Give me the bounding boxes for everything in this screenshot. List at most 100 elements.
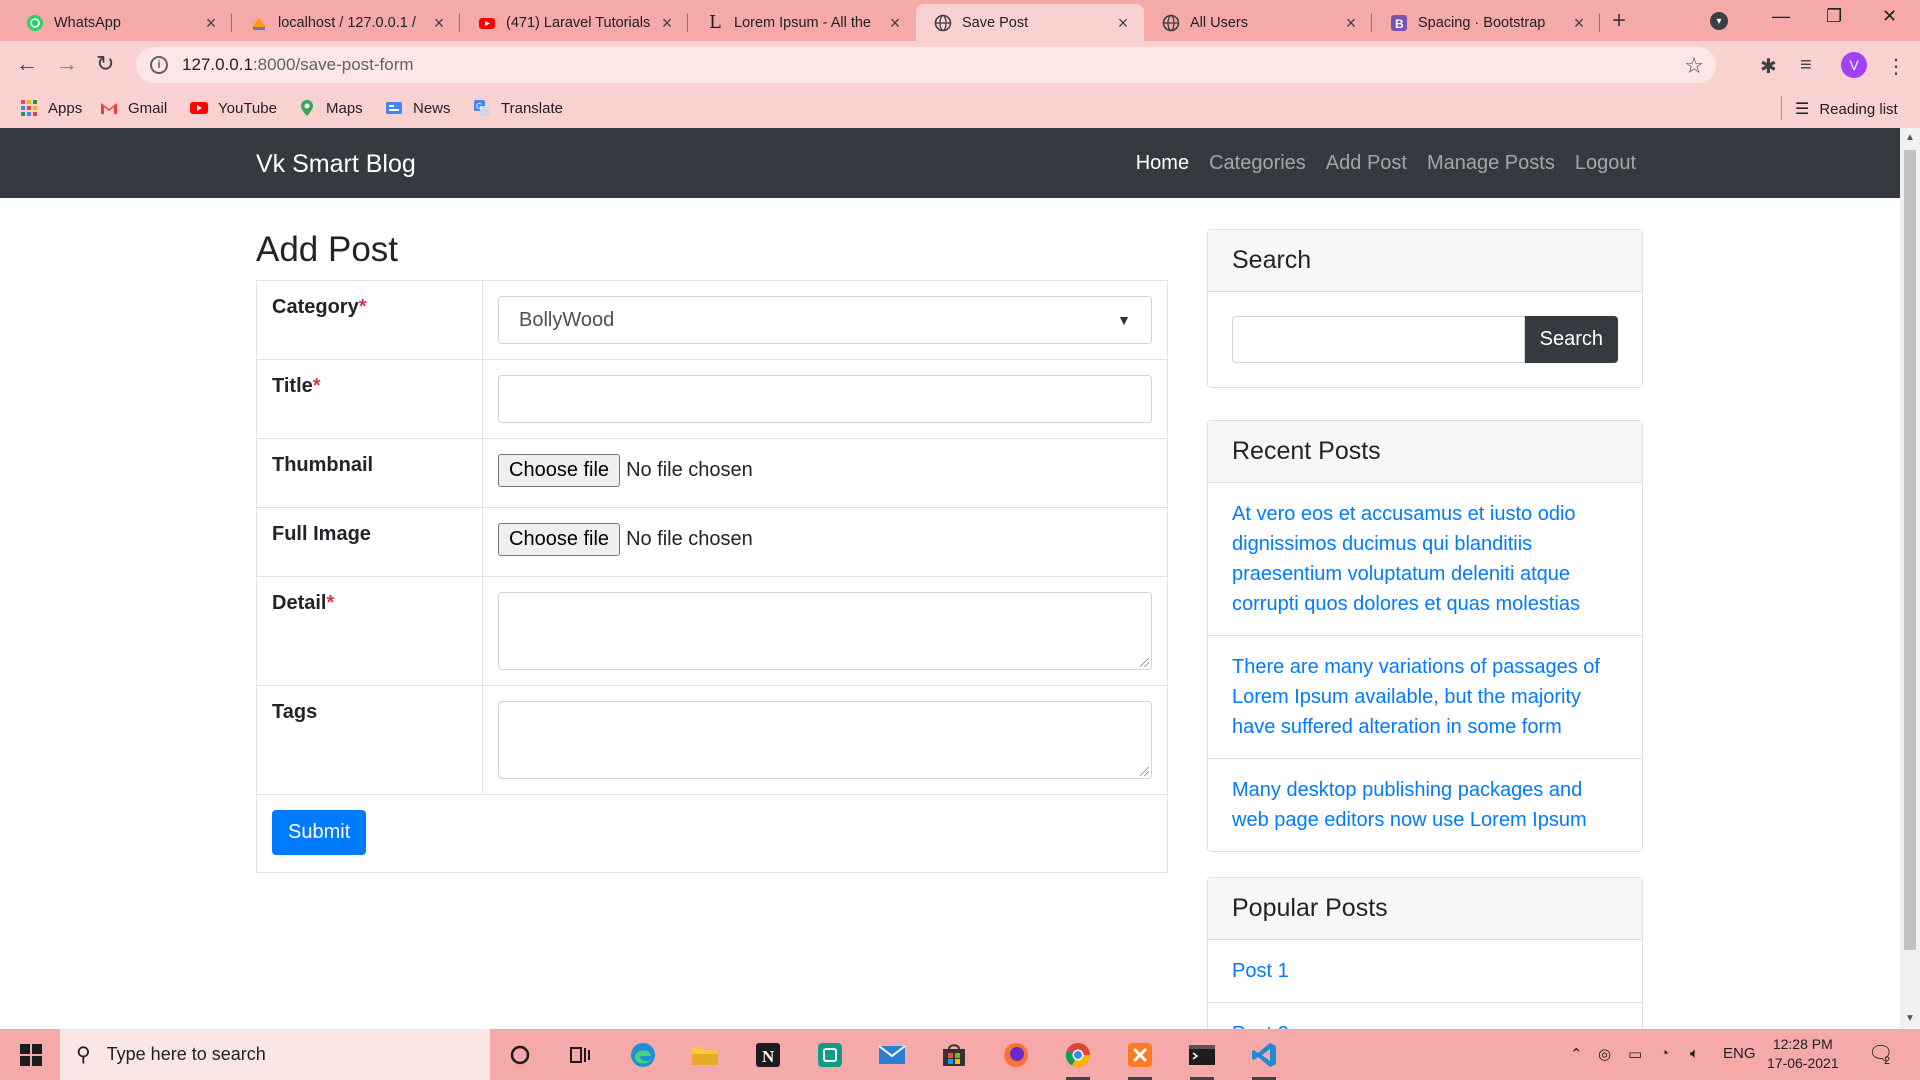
close-tab-icon[interactable]: × xyxy=(886,14,904,32)
tab-youtube[interactable]: (471) Laravel Tutorials × xyxy=(460,4,688,41)
taskbar-search-box[interactable]: ⚲ Type here to search xyxy=(60,1029,490,1080)
reading-list-icon: ☰ xyxy=(1795,101,1810,118)
scrollbar-thumb[interactable] xyxy=(1904,150,1916,950)
windows-start-icon[interactable] xyxy=(20,1044,42,1066)
submit-button[interactable]: Submit xyxy=(272,810,367,855)
title-input[interactable] xyxy=(498,375,1152,423)
tab-whatsapp[interactable]: WhatsApp × xyxy=(8,4,232,41)
chrome-icon[interactable] xyxy=(1060,1037,1096,1080)
tab-search-icon[interactable]: ▾ xyxy=(1710,12,1728,30)
category-label: Category* xyxy=(256,280,483,360)
close-tab-icon[interactable]: × xyxy=(430,14,448,32)
search-card-title: Search xyxy=(1208,230,1642,292)
nav-home[interactable]: Home xyxy=(1136,152,1189,175)
mail-icon[interactable] xyxy=(874,1037,910,1073)
forward-icon[interactable]: → xyxy=(56,53,78,75)
xampp-icon[interactable] xyxy=(1122,1037,1158,1080)
minimize-icon[interactable]: — xyxy=(1772,6,1790,27)
search-input[interactable] xyxy=(1232,316,1525,363)
recent-post-link[interactable]: Many desktop publishing packages and web… xyxy=(1208,759,1642,851)
language-indicator[interactable]: ENG xyxy=(1723,1045,1756,1062)
popular-posts-card: Popular Posts Post 1 Post 2 xyxy=(1207,877,1643,1029)
notification-count: 2 xyxy=(1884,1055,1891,1067)
nav-logout[interactable]: Logout xyxy=(1575,152,1636,175)
media-control-icon[interactable]: ≡ xyxy=(1800,54,1812,77)
search-icon: ⚲ xyxy=(76,1044,91,1066)
scroll-down-icon[interactable]: ▼ xyxy=(1905,1013,1915,1024)
nav-manage-posts[interactable]: Manage Posts xyxy=(1427,152,1555,175)
search-button[interactable]: Search xyxy=(1524,316,1618,363)
store-app-icon[interactable] xyxy=(812,1037,848,1073)
category-select[interactable]: BollyWood ▼ xyxy=(498,296,1152,344)
tab-phpmyadmin[interactable]: localhost / 127.0.0.1 / × xyxy=(232,4,460,41)
bookmark-star-icon[interactable]: ☆ xyxy=(1684,53,1704,79)
bookmark-gmail[interactable]: Gmail xyxy=(100,99,167,117)
tray-app-icon[interactable]: ◎ xyxy=(1598,1045,1611,1063)
extensions-icon[interactable]: ✱ xyxy=(1760,54,1777,79)
tab-all-users[interactable]: All Users × xyxy=(1144,4,1372,41)
recent-post-link[interactable]: There are many variations of passages of… xyxy=(1208,636,1642,759)
popular-post-link[interactable]: Post 2 xyxy=(1208,1003,1642,1029)
back-icon[interactable]: ← xyxy=(16,53,38,75)
page-viewport: Vk Smart Blog Home Categories Add Post M… xyxy=(0,128,1900,1029)
new-tab-icon[interactable]: + xyxy=(1612,8,1626,34)
bookmark-news[interactable]: News xyxy=(385,99,451,117)
volume-icon[interactable]: 🔈︎ xyxy=(1690,1045,1699,1062)
recent-post-link[interactable]: At vero eos et accusamus et iusto odio d… xyxy=(1208,483,1642,636)
site-info-icon[interactable]: i xyxy=(150,56,168,74)
terminal-icon[interactable] xyxy=(1184,1037,1220,1080)
menu-kebab-icon[interactable]: ⋮ xyxy=(1886,54,1906,79)
chevron-down-icon: ▼ xyxy=(1117,312,1131,328)
full-image-label: Full Image xyxy=(256,507,483,577)
full-image-file-status: No file chosen xyxy=(626,528,753,550)
tab-bootstrap-spacing[interactable]: B Spacing · Bootstrap × xyxy=(1372,4,1600,41)
cortana-icon[interactable] xyxy=(502,1037,538,1073)
close-tab-icon[interactable]: × xyxy=(1114,14,1132,32)
notion-icon[interactable]: N xyxy=(750,1037,786,1073)
close-tab-icon[interactable]: × xyxy=(658,14,676,32)
detail-textarea[interactable] xyxy=(498,592,1152,670)
page-scrollbar[interactable]: ▲ ▼ xyxy=(1900,128,1920,1029)
tray-overflow-icon[interactable]: ⌃ xyxy=(1570,1045,1583,1063)
wifi-icon[interactable]: ◔ xyxy=(1660,1045,1669,1062)
taskbar-clock[interactable]: 12:28 PM 17-06-2021 xyxy=(1767,1035,1839,1073)
page-title: Add Post xyxy=(256,230,399,269)
close-tab-icon[interactable]: × xyxy=(202,14,220,32)
reading-list[interactable]: ☰ Reading list xyxy=(1781,96,1898,120)
bookmark-maps[interactable]: Maps xyxy=(298,99,363,117)
address-bar[interactable]: i 127.0.0.1:8000/save-post-form ☆ xyxy=(136,47,1716,83)
tab-save-post[interactable]: Save Post × xyxy=(916,4,1144,41)
site-brand[interactable]: Vk Smart Blog xyxy=(256,150,416,179)
close-tab-icon[interactable]: × xyxy=(1570,14,1588,32)
close-tab-icon[interactable]: × xyxy=(1342,14,1360,32)
youtube-icon xyxy=(478,14,496,32)
url-text[interactable]: 127.0.0.1:8000/save-post-form xyxy=(182,55,414,75)
battery-icon[interactable]: ▭ xyxy=(1628,1045,1642,1063)
tab-lorem-ipsum[interactable]: L Lorem Ipsum - All the × xyxy=(688,4,916,41)
svg-text:N: N xyxy=(762,1047,775,1066)
scroll-up-icon[interactable]: ▲ xyxy=(1905,132,1915,143)
full-image-choose-file-button[interactable]: Choose file xyxy=(498,523,621,556)
apps-grid-icon xyxy=(20,99,38,117)
bookmark-youtube[interactable]: YouTube xyxy=(190,99,277,117)
browser-toolbar: ← → ↻ i 127.0.0.1:8000/save-post-form ☆ … xyxy=(0,41,1920,90)
bookmark-apps[interactable]: Apps xyxy=(20,99,82,117)
firefox-icon[interactable] xyxy=(998,1037,1034,1073)
full-image-file-input: Choose file No file chosen xyxy=(498,523,1152,556)
tags-textarea[interactable] xyxy=(498,701,1152,779)
task-view-icon[interactable] xyxy=(562,1037,598,1073)
profile-avatar[interactable]: V xyxy=(1841,52,1867,78)
nav-add-post[interactable]: Add Post xyxy=(1326,152,1407,175)
restore-icon[interactable]: ❐ xyxy=(1826,6,1842,27)
window-close-icon[interactable]: ✕ xyxy=(1882,6,1897,27)
thumbnail-choose-file-button[interactable]: Choose file xyxy=(498,454,621,487)
nav-categories[interactable]: Categories xyxy=(1209,152,1306,175)
vscode-icon[interactable] xyxy=(1246,1037,1282,1080)
gmail-icon xyxy=(100,99,118,117)
edge-icon[interactable] xyxy=(625,1037,661,1073)
microsoft-store-icon[interactable] xyxy=(936,1037,972,1073)
bookmark-translate[interactable]: G Translate xyxy=(473,99,563,117)
popular-post-link[interactable]: Post 1 xyxy=(1208,940,1642,1003)
reload-icon[interactable]: ↻ xyxy=(96,53,114,75)
file-explorer-icon[interactable] xyxy=(687,1037,723,1073)
